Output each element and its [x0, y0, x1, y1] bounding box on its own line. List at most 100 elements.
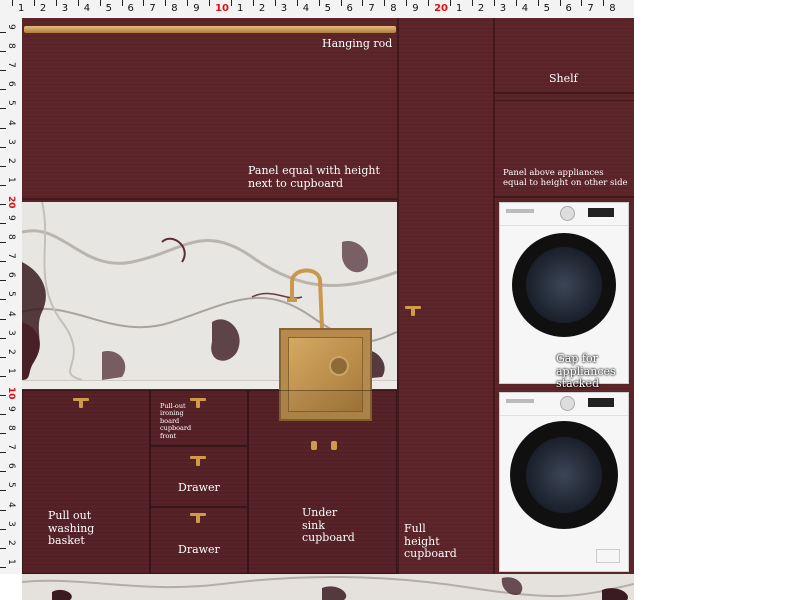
- dryer-drum: [526, 247, 602, 323]
- washer-dial-icon: [560, 396, 575, 411]
- under-sink-label-line: cupboard: [302, 531, 355, 545]
- ruler-number: 4: [6, 310, 16, 317]
- ruler-number: 7: [587, 3, 594, 14]
- ruler-tick: [0, 547, 6, 549]
- ruler-number: 9: [6, 24, 16, 30]
- ruler-tick: [0, 261, 6, 263]
- ruler-tick: [515, 0, 517, 6]
- t-bar-handle-icon[interactable]: [405, 306, 421, 318]
- ruler-number: 7: [368, 3, 375, 14]
- ruler-number: 3: [6, 520, 16, 527]
- ruler-number: 3: [499, 3, 507, 14]
- ruler-tick: [384, 0, 386, 6]
- ruler-number: 10: [215, 3, 230, 14]
- t-bar-handle-icon[interactable]: [73, 398, 89, 410]
- ruler-tick: [0, 490, 6, 492]
- ruler-number: 3: [61, 3, 69, 14]
- ruler-number: 6: [127, 3, 134, 14]
- washer-control-panel: [500, 393, 628, 416]
- dryer-display: [588, 208, 614, 217]
- ruler-tick: [581, 0, 583, 6]
- washing-machine-icon: [499, 392, 629, 572]
- ruler-number: 5: [324, 3, 331, 14]
- ruler-number: 1: [456, 3, 463, 14]
- ruler-tick: [340, 0, 342, 6]
- ruler-tick: [537, 0, 539, 6]
- ruler-number: 1: [237, 3, 244, 14]
- t-bar-handle-icon[interactable]: [190, 398, 206, 410]
- ruler-tick: [318, 0, 320, 6]
- ruler-tick: [296, 0, 298, 6]
- ruler-tick: [0, 509, 6, 511]
- t-bar-handle-icon[interactable]: [190, 456, 206, 468]
- ruler-number: 3: [6, 329, 16, 336]
- ruler-tick: [0, 146, 6, 148]
- ruler-tick: [428, 0, 430, 6]
- ruler-tick: [0, 452, 6, 454]
- washer-display: [588, 398, 614, 407]
- under-sink-cupboard-label: Under sink cupboard: [302, 506, 355, 545]
- ruler-number: 1: [6, 558, 16, 565]
- ruler-tick: [99, 0, 101, 6]
- ruler-number: 6: [6, 81, 16, 88]
- ruler-number: 9: [6, 215, 16, 221]
- ironing-label-line: front: [160, 431, 177, 440]
- gap-label-line: stacked: [556, 377, 600, 391]
- ruler-number: 6: [565, 3, 572, 14]
- ruler-number: 8: [390, 3, 397, 14]
- ruler-tick: [0, 89, 6, 91]
- pull-out-washing-basket-label: Pull out washing basket: [48, 509, 94, 548]
- ruler-tick: [0, 242, 6, 244]
- panel-equal-label: Panel equal with height next to cupboard: [248, 164, 380, 190]
- ruler-tick: [0, 127, 6, 129]
- panel-above-label-line: equal to height on other side: [503, 177, 628, 188]
- ruler-tick: [0, 51, 6, 53]
- ruler-number: 8: [6, 43, 16, 49]
- ruler-number: 2: [6, 348, 16, 355]
- ruler-tick: [0, 165, 6, 167]
- ruler-number: 2: [6, 157, 16, 164]
- ruler-tick: [0, 433, 6, 435]
- ruler-tick: [0, 32, 6, 33]
- ruler-tick: [12, 0, 13, 6]
- ruler-number: 4: [6, 119, 16, 126]
- ruler-tick: [0, 375, 6, 377]
- panel-bottom-line: [22, 198, 397, 200]
- panel-equal-label-line: Panel equal with height: [248, 164, 380, 177]
- pull-out-label-line: Pull out: [48, 509, 92, 522]
- washer-drum: [526, 437, 602, 513]
- washer-door: [510, 421, 618, 529]
- hanging-rod-label: Hanging rod: [322, 37, 393, 50]
- ruler-number: 1: [6, 367, 16, 374]
- ruler-number: 2: [39, 3, 47, 14]
- ruler-tick: [0, 337, 6, 339]
- ruler-number: 2: [477, 3, 485, 14]
- ruler-tick: [0, 223, 6, 224]
- washer-filter-cover: [596, 549, 620, 563]
- ruler-number: 1: [18, 3, 25, 14]
- ruler-number: 2: [6, 539, 16, 546]
- ruler-tick: [165, 0, 167, 6]
- ruler-tick: [0, 299, 6, 301]
- ruler-tick: [450, 0, 451, 6]
- ruler-number: 6: [6, 463, 16, 470]
- appliance-panel-bottom-line: [495, 196, 634, 198]
- ruler-tick: [603, 0, 605, 6]
- left-ruler: 9 8 7 6 5 4 3 2 1 20 9 8 7 6 5 4 3 2 1 10 9 8 7 6 5 4 3 2 1: [0, 18, 23, 574]
- ruler-tick: [231, 0, 232, 6]
- ruler-tick: [121, 0, 123, 6]
- ruler-tick: [77, 0, 79, 6]
- ruler-number: 4: [302, 3, 310, 14]
- ruler-number: 4: [6, 501, 16, 508]
- drain-icon: [329, 356, 349, 376]
- t-bar-handle-icon[interactable]: [190, 513, 206, 525]
- marble-floor-strip: [22, 574, 634, 600]
- ruler-tick: [0, 318, 6, 320]
- ruler-tick: [493, 0, 495, 6]
- knob-handle-icon[interactable]: [331, 441, 337, 450]
- ruler-number: 5: [6, 100, 16, 107]
- under-sink-cupboard[interactable]: [248, 390, 397, 574]
- ruler-tick: [0, 184, 6, 186]
- ruler-number: 8: [6, 425, 16, 431]
- knob-handle-icon[interactable]: [311, 441, 317, 450]
